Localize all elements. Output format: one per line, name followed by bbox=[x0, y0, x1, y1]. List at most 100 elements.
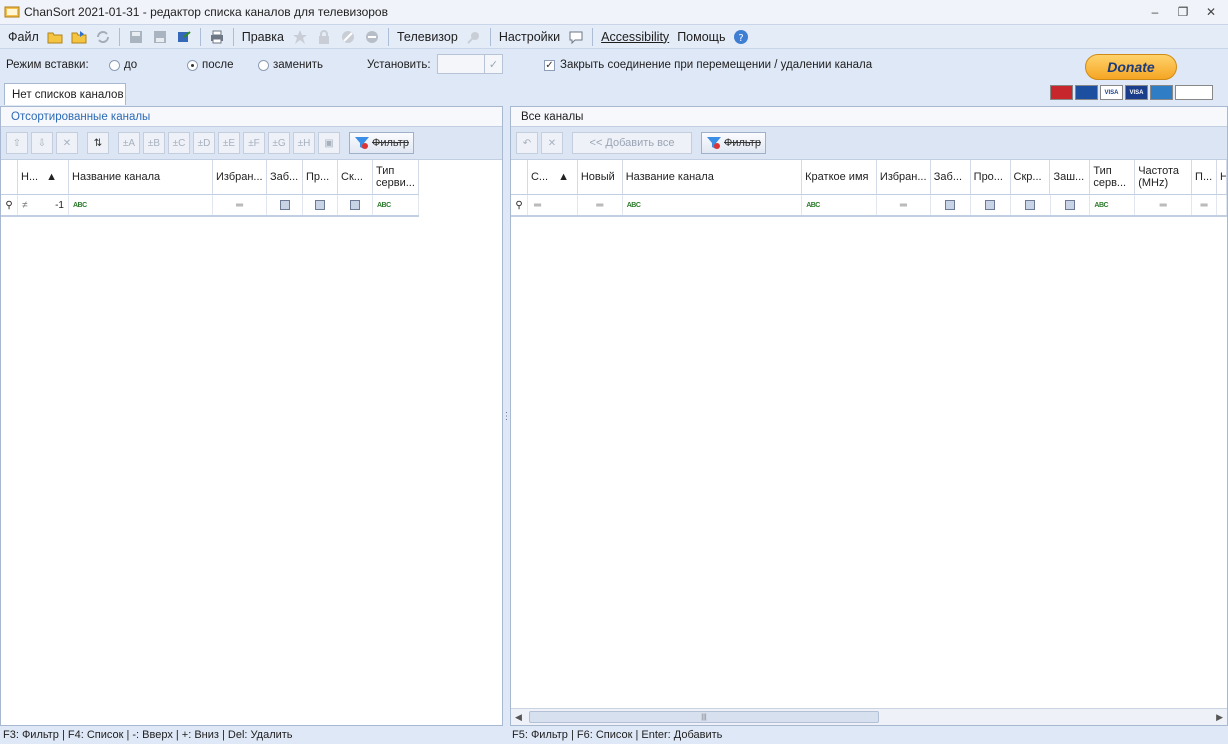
fav-f-button[interactable]: ±F bbox=[243, 132, 265, 154]
column-header-service-type[interactable]: Тип серви... bbox=[373, 160, 419, 194]
menu-help[interactable]: Помощь bbox=[673, 26, 729, 48]
skip-icon[interactable] bbox=[336, 26, 360, 48]
filter-cell-p[interactable]: ═ bbox=[1192, 195, 1218, 215]
radio-replace[interactable]: заменить bbox=[258, 59, 323, 71]
radio-after[interactable]: после bbox=[187, 59, 233, 71]
filter-cell-number[interactable]: ═ bbox=[528, 195, 578, 215]
column-header-p[interactable]: П... bbox=[1192, 160, 1217, 194]
move-up-icon[interactable]: ⇧ bbox=[6, 132, 28, 154]
horizontal-scrollbar[interactable]: ◀ ||| ▶ bbox=[511, 708, 1227, 725]
filter-cell-lock[interactable] bbox=[267, 195, 303, 215]
set-confirm-button[interactable]: ✓ bbox=[485, 54, 503, 74]
scroll-right-icon[interactable]: ▶ bbox=[1216, 712, 1223, 723]
column-header-frequency[interactable]: Частота (MHz) bbox=[1135, 160, 1193, 194]
filter-cell-number[interactable]: ≠ -1 bbox=[18, 195, 69, 215]
column-header-new[interactable]: Новый bbox=[578, 160, 623, 194]
filter-cell-n[interactable] bbox=[1217, 195, 1228, 215]
donate-button[interactable]: Donate bbox=[1085, 54, 1177, 80]
remove-icon[interactable]: ✕ bbox=[541, 132, 563, 154]
close-icon[interactable]: ✕ bbox=[1200, 3, 1222, 21]
scroll-thumb[interactable]: ||| bbox=[529, 711, 879, 723]
radio-circle[interactable] bbox=[258, 59, 269, 71]
filter-cell-hide[interactable] bbox=[338, 195, 373, 215]
hide-icon[interactable] bbox=[360, 26, 384, 48]
column-header-name[interactable]: Название канала bbox=[69, 160, 213, 194]
column-header-skip[interactable]: Пр... bbox=[303, 160, 338, 194]
tv-settings-icon[interactable] bbox=[462, 26, 486, 48]
column-header-number[interactable]: Н... ▲ bbox=[18, 160, 69, 194]
menu-file[interactable]: Файл bbox=[4, 26, 43, 48]
move-down-icon[interactable]: ⇩ bbox=[31, 132, 53, 154]
filter-cell-name[interactable]: ABC bbox=[623, 195, 803, 215]
fav-e-button[interactable]: ±E bbox=[218, 132, 240, 154]
filter-cell-encrypted[interactable] bbox=[1051, 195, 1091, 215]
filter-cell-skip[interactable] bbox=[303, 195, 338, 215]
print-icon[interactable] bbox=[205, 26, 229, 48]
help-icon[interactable]: ? bbox=[729, 26, 753, 48]
filter-button[interactable]: Фильтр bbox=[349, 132, 414, 154]
export-icon[interactable] bbox=[172, 26, 196, 48]
filter-cell-hide[interactable] bbox=[1011, 195, 1051, 215]
panel-splitter[interactable]: ⋮ bbox=[502, 106, 512, 726]
lock-icon[interactable] bbox=[312, 26, 336, 48]
column-header-skip[interactable]: Про... bbox=[971, 160, 1011, 194]
filter-cell-favorites[interactable]: ═ bbox=[877, 195, 931, 215]
fav-d-button[interactable]: ±D bbox=[193, 132, 215, 154]
column-header-lock[interactable]: Заб... bbox=[931, 160, 971, 194]
filter-cell-lock[interactable] bbox=[931, 195, 971, 215]
remove-icon[interactable]: ✕ bbox=[56, 132, 78, 154]
star-icon[interactable] bbox=[288, 26, 312, 48]
sort-icon[interactable]: ⇅ bbox=[87, 132, 109, 154]
column-header-short-name[interactable]: Краткое имя bbox=[802, 160, 877, 194]
lock-icon[interactable]: ▣ bbox=[318, 132, 340, 154]
filter-cell-service-type[interactable]: ABC bbox=[1090, 195, 1136, 215]
fav-h-button[interactable]: ±H bbox=[293, 132, 315, 154]
chat-icon[interactable] bbox=[564, 26, 588, 48]
column-header-n[interactable]: Н bbox=[1217, 160, 1227, 194]
filter-cell-frequency[interactable]: ═ bbox=[1135, 195, 1193, 215]
filter-cell-name[interactable]: ABC bbox=[69, 195, 213, 215]
menu-accessibility[interactable]: Accessibility bbox=[597, 26, 673, 48]
open-recent-icon[interactable] bbox=[67, 26, 91, 48]
filter-cell-short-name[interactable]: ABC bbox=[802, 195, 877, 215]
column-header-hide[interactable]: Ск... bbox=[338, 160, 373, 194]
minimize-icon[interactable]: – bbox=[1144, 3, 1166, 21]
restore-icon[interactable]: ❐ bbox=[1172, 3, 1194, 21]
fav-c-button[interactable]: ±C bbox=[168, 132, 190, 154]
fav-a-button[interactable]: ±A bbox=[118, 132, 140, 154]
radio-before[interactable]: до bbox=[109, 59, 137, 71]
reload-icon[interactable] bbox=[91, 26, 115, 48]
column-header-encrypted[interactable]: Заш... bbox=[1050, 160, 1091, 194]
add-channel-icon[interactable]: ↶ bbox=[516, 132, 538, 154]
menu-tv[interactable]: Телевизор bbox=[393, 26, 462, 48]
column-header-favorites[interactable]: Избран... bbox=[877, 160, 931, 194]
checkbox-box[interactable]: ✓ bbox=[544, 59, 555, 71]
column-header-name[interactable]: Название канала bbox=[623, 160, 803, 194]
sorted-filter-row[interactable]: ⚲ ≠ -1 ABC ═ ABC bbox=[1, 195, 419, 217]
open-folder-icon[interactable] bbox=[43, 26, 67, 48]
set-number-input[interactable] bbox=[437, 54, 485, 74]
all-filter-row[interactable]: ⚲ ═ ═ ABC ABC ═ ABC ═ ═ bbox=[511, 195, 1228, 217]
column-header-number[interactable]: С... ▲ bbox=[528, 160, 578, 194]
column-header-service-type[interactable]: Тип серв... bbox=[1090, 160, 1136, 194]
filter-cell-new[interactable]: ═ bbox=[578, 195, 623, 215]
filter-cell-favorites[interactable]: ═ bbox=[213, 195, 267, 215]
fav-g-button[interactable]: ±G bbox=[268, 132, 290, 154]
filter-button[interactable]: Фильтр bbox=[701, 132, 766, 154]
column-header-lock[interactable]: Заб... bbox=[267, 160, 303, 194]
filter-cell-skip[interactable] bbox=[971, 195, 1011, 215]
scroll-left-icon[interactable]: ◀ bbox=[515, 712, 522, 723]
save-as-icon[interactable] bbox=[148, 26, 172, 48]
column-header-hide[interactable]: Скр... bbox=[1011, 160, 1051, 194]
add-all-button[interactable]: << Добавить все bbox=[572, 132, 692, 154]
close-gap-checkbox[interactable]: ✓ Закрыть соединение при перемещении / у… bbox=[544, 59, 872, 71]
filter-cell-service-type[interactable]: ABC bbox=[373, 195, 419, 215]
radio-circle[interactable] bbox=[187, 59, 198, 71]
tab-no-channel-lists[interactable]: Нет списков каналов bbox=[4, 83, 126, 105]
column-header-favorites[interactable]: Избран... bbox=[213, 160, 267, 194]
fav-b-button[interactable]: ±B bbox=[143, 132, 165, 154]
radio-circle[interactable] bbox=[109, 59, 120, 71]
menu-edit[interactable]: Правка bbox=[238, 26, 288, 48]
save-icon[interactable] bbox=[124, 26, 148, 48]
menu-settings[interactable]: Настройки bbox=[495, 26, 564, 48]
